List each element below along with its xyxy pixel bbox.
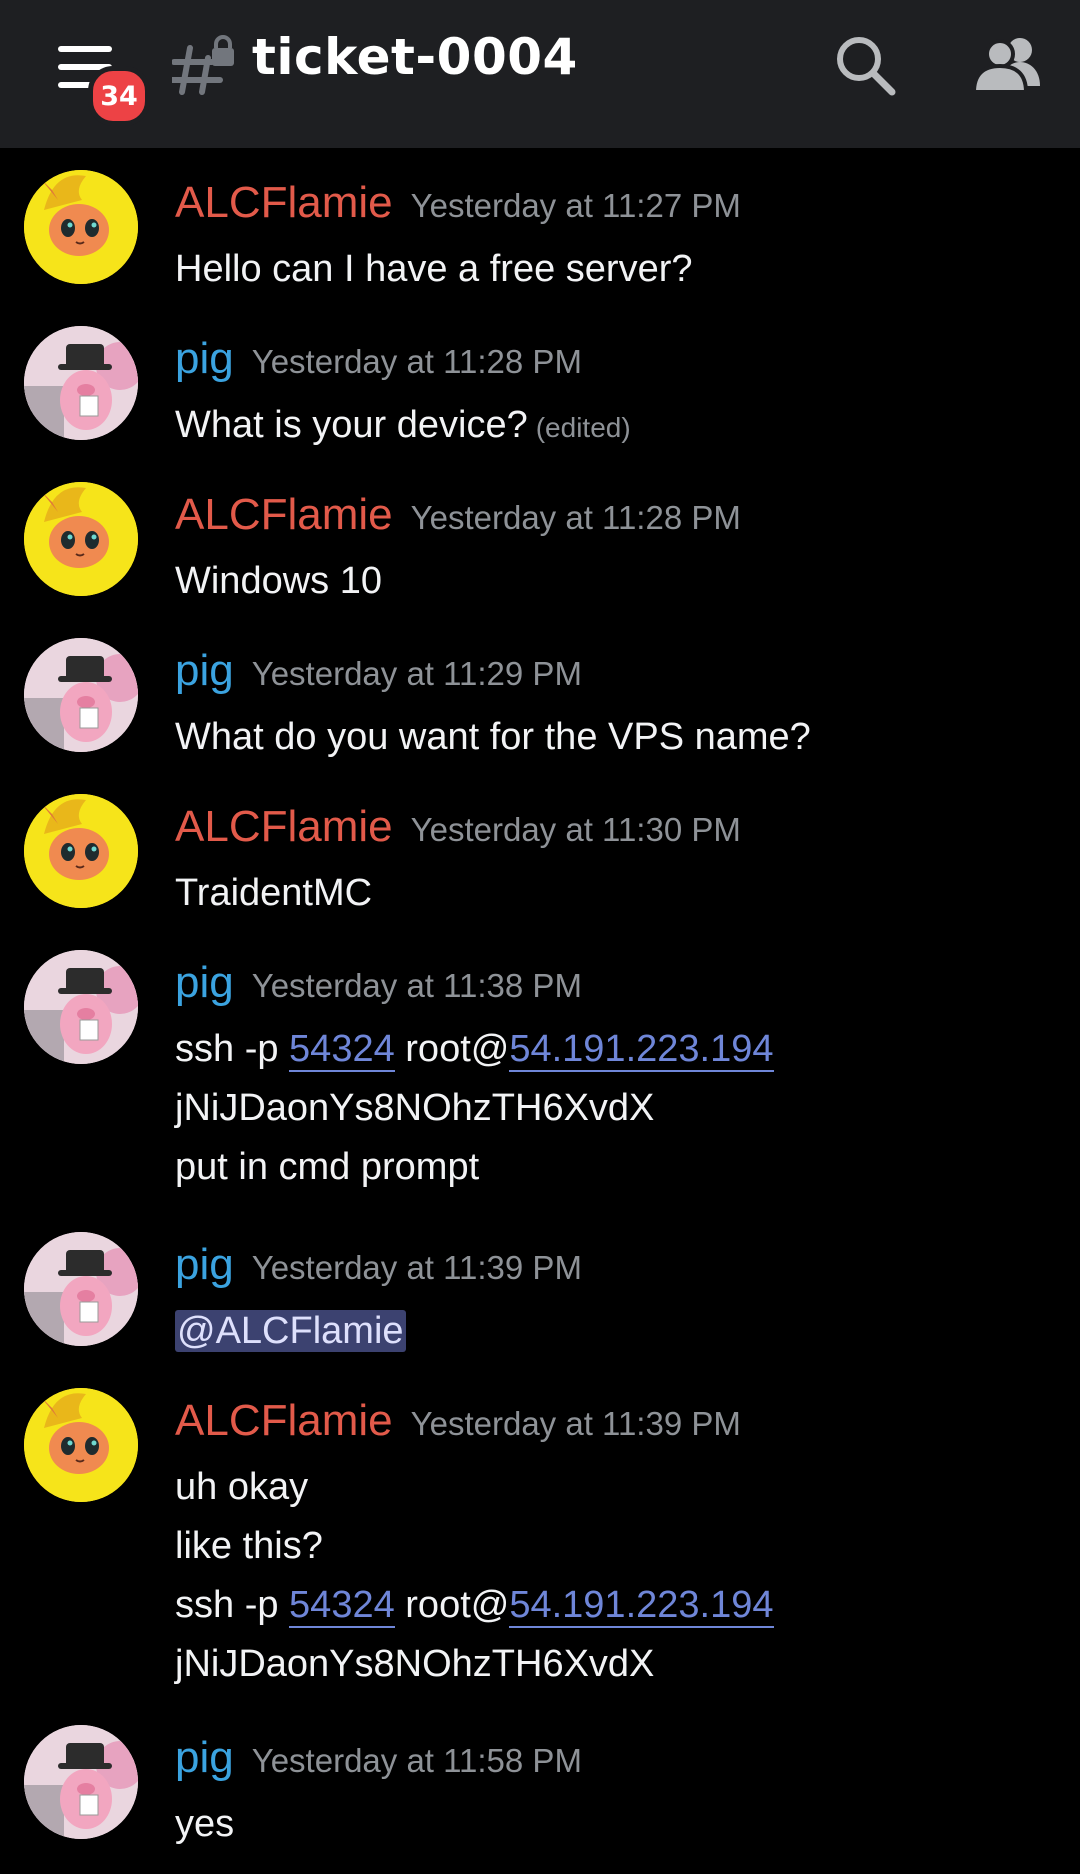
message-text: uh okay	[175, 1466, 309, 1508]
avatar[interactable]	[24, 170, 138, 284]
username[interactable]: ALCFlamie	[175, 178, 393, 227]
username[interactable]: ALCFlamie	[175, 1396, 393, 1445]
username[interactable]: pig	[175, 334, 234, 383]
username[interactable]: pig	[175, 646, 234, 695]
username[interactable]: ALCFlamie	[175, 490, 393, 539]
timestamp: Yesterday at 11:28 PM	[410, 499, 741, 536]
locked-hashtag-icon	[172, 35, 234, 95]
timestamp: Yesterday at 11:58 PM	[251, 1742, 582, 1779]
flareon-avatar-icon	[24, 170, 138, 284]
ip-link[interactable]: 54.191.223.194	[509, 1584, 774, 1628]
avatar[interactable]	[24, 950, 138, 1064]
unread-badge: 34	[88, 66, 150, 126]
edited-label: (edited)	[535, 412, 631, 443]
hamburger-menu-button[interactable]: 34	[52, 42, 150, 126]
flareon-avatar-icon	[24, 482, 138, 596]
avatar[interactable]	[24, 326, 138, 440]
port-link[interactable]: 54324	[289, 1028, 395, 1072]
pig-avatar-icon	[24, 638, 138, 752]
message-text: Hello can I have a free server?	[175, 248, 693, 290]
timestamp: Yesterday at 11:38 PM	[251, 967, 582, 1004]
pig-avatar-icon	[24, 1232, 138, 1346]
timestamp: Yesterday at 11:30 PM	[410, 811, 741, 848]
avatar[interactable]	[24, 1388, 138, 1502]
avatar[interactable]	[24, 482, 138, 596]
message-text: jNiJDaonYs8NOhzTH6XvdX	[175, 1087, 655, 1129]
flareon-avatar-icon	[24, 794, 138, 908]
port-link[interactable]: 54324	[289, 1584, 395, 1628]
message-text: put in cmd prompt	[175, 1146, 480, 1188]
pig-avatar-icon	[24, 1725, 138, 1839]
channel-header: 34 ticket-0004	[0, 0, 1080, 148]
members-icon[interactable]	[970, 32, 1046, 100]
username[interactable]: pig	[175, 958, 234, 1007]
username[interactable]: pig	[175, 1733, 234, 1782]
avatar[interactable]	[24, 1232, 138, 1346]
hamburger-menu-icon	[58, 46, 112, 52]
search-icon[interactable]	[832, 32, 900, 100]
timestamp: Yesterday at 11:28 PM	[251, 343, 582, 380]
pig-avatar-icon	[24, 326, 138, 440]
message-text: TraidentMC	[175, 872, 373, 914]
username[interactable]: pig	[175, 1240, 234, 1289]
user-mention[interactable]: @ALCFlamie	[175, 1310, 406, 1352]
message-text: jNiJDaonYs8NOhzTH6XvdX	[175, 1643, 655, 1685]
timestamp: Yesterday at 11:27 PM	[410, 187, 741, 224]
avatar[interactable]	[24, 794, 138, 908]
flareon-avatar-icon	[24, 1388, 138, 1502]
ip-link[interactable]: 54.191.223.194	[509, 1028, 774, 1072]
message-text: What do you want for the VPS name?	[175, 716, 811, 758]
username[interactable]: ALCFlamie	[175, 802, 393, 851]
message-text: yes	[175, 1803, 235, 1845]
channel-name: ticket-0004	[252, 28, 578, 86]
message-text: Windows 10	[175, 560, 382, 602]
message-list[interactable]: ALCFlamie Yesterday at 11:27 PM Hello can…	[0, 148, 1080, 1874]
avatar[interactable]	[24, 638, 138, 752]
message-text: like this?	[175, 1525, 323, 1567]
timestamp: Yesterday at 11:39 PM	[410, 1405, 741, 1442]
avatar[interactable]	[24, 1725, 138, 1839]
timestamp: Yesterday at 11:39 PM	[251, 1249, 582, 1286]
timestamp: Yesterday at 11:29 PM	[251, 655, 582, 692]
message-text: What is your device?	[175, 404, 528, 446]
pig-avatar-icon	[24, 950, 138, 1064]
